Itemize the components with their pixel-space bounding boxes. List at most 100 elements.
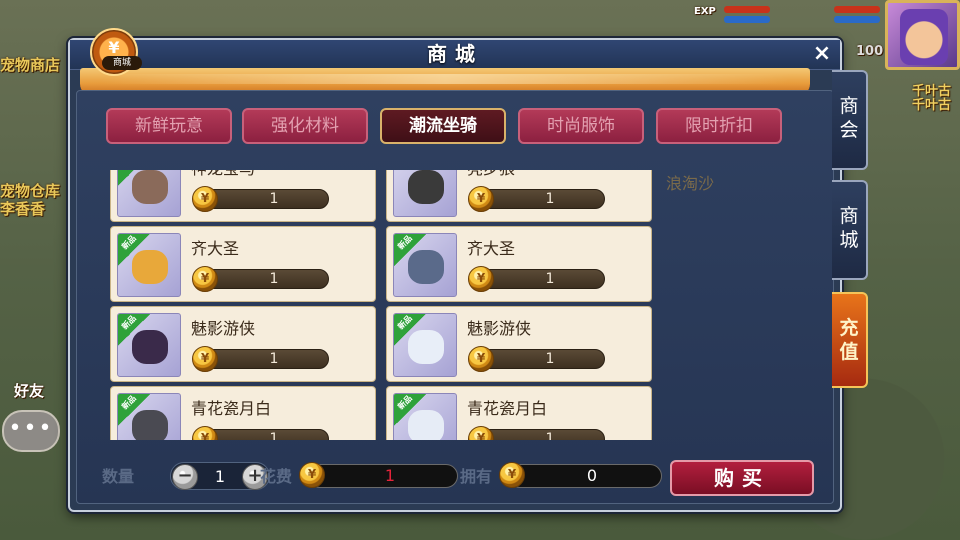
item-thumbnail: 新品: [117, 233, 181, 297]
item-name: 神龙宝马: [191, 170, 255, 179]
coin-bag-icon: ¥: [108, 38, 120, 57]
item-thumbnail: 新品: [117, 313, 181, 377]
new-badge: 新品: [394, 234, 426, 266]
npc-name-bottom: 千叶古: [912, 98, 952, 113]
item-name: 青花瓷月白: [191, 399, 272, 418]
minus-icon[interactable]: −: [172, 464, 198, 490]
item-card[interactable]: 新品 魅影游侠 1: [110, 306, 376, 382]
level-label: 100: [856, 44, 884, 59]
title-bar: 商城 ×: [70, 40, 840, 70]
quantity-label: 数量: [102, 467, 135, 486]
cost-label: 花费: [260, 467, 293, 486]
item-thumbnail: 新品: [393, 313, 457, 377]
coin-icon: [468, 426, 494, 440]
cost-value: 1: [384, 466, 396, 485]
price-bar: 1: [192, 346, 329, 372]
item-thumbnail: 新品: [393, 233, 457, 297]
item-thumbnail: 新品: [117, 170, 181, 217]
cost-display: 1: [299, 462, 458, 488]
coin-icon: [192, 266, 218, 292]
mp-bar: [724, 16, 770, 23]
tab-recharge[interactable]: 充值: [832, 292, 868, 388]
item-card[interactable]: 新品 齐大圣 1: [110, 226, 376, 302]
tab-fashion[interactable]: 时尚服饰: [518, 108, 644, 144]
item-card[interactable]: 新品 青花瓷月白 1: [386, 386, 652, 440]
item-name: 魅影游侠: [467, 319, 532, 338]
pet-shop-label: 宠物商店: [0, 56, 61, 74]
player-avatar[interactable]: [885, 0, 960, 70]
item-price: 1: [269, 431, 279, 440]
item-name: 齐大圣: [467, 239, 516, 258]
coin-icon: [499, 462, 525, 488]
item-price: 1: [545, 351, 555, 367]
item-price: 1: [269, 271, 279, 287]
close-icon[interactable]: ×: [810, 42, 834, 66]
guild-tab-label: 商会: [839, 95, 859, 141]
background-ghost-text: 浪淘沙: [666, 174, 715, 193]
new-badge: 新品: [394, 314, 426, 346]
coin-icon: [192, 346, 218, 372]
recharge-tab-label: 充值: [839, 317, 859, 363]
new-badge: 新品: [118, 314, 150, 346]
new-badge: 新品: [394, 394, 426, 426]
tab-novelties[interactable]: 新鲜玩意: [106, 108, 232, 144]
item-price: 1: [545, 191, 555, 207]
shop-tab-label: 商城: [839, 205, 859, 251]
friends-label: 好友: [14, 382, 45, 400]
hp-bar: [724, 6, 770, 13]
tab-materials[interactable]: 强化材料: [242, 108, 368, 144]
target-mp-bar: [834, 16, 880, 23]
item-thumbnail: [393, 170, 457, 217]
buy-button[interactable]: 购买: [670, 460, 814, 496]
owned-display: 0: [499, 462, 662, 488]
new-badge: 新品: [118, 234, 150, 266]
coin-icon: [299, 462, 325, 488]
new-badge: 新品: [118, 170, 150, 186]
item-price: 1: [545, 431, 555, 440]
shop-logo: ¥ 商城: [90, 28, 142, 76]
dialog-title: 商城: [427, 42, 483, 66]
tab-mounts[interactable]: 潮流坐骑: [380, 108, 506, 144]
coin-icon: [468, 186, 494, 212]
price-bar: 1: [468, 426, 605, 440]
price-bar: 1: [468, 346, 605, 372]
item-price: 1: [269, 191, 279, 207]
target-hp-bar: [834, 6, 880, 13]
item-card[interactable]: 新品 齐大圣 1: [386, 226, 652, 302]
coin-icon: [468, 346, 494, 372]
coin-icon: [192, 186, 218, 212]
item-name: 齐大圣: [191, 239, 240, 258]
item-name: 魅影游侠: [191, 319, 256, 338]
owned-label: 拥有: [460, 467, 493, 486]
tab-discount[interactable]: 限时折扣: [656, 108, 782, 144]
purchase-bar: 数量 − 1 + 花费 1 拥有 0 购买: [94, 460, 816, 500]
item-card[interactable]: 新品 青花瓷月白 1: [110, 386, 376, 440]
mount-image: [408, 170, 444, 204]
price-bar: 1: [468, 266, 605, 292]
price-bar: 1: [192, 426, 329, 440]
item-card[interactable]: 亮步狼 1: [386, 170, 652, 222]
npc-name-label: 李香香: [0, 200, 46, 218]
avatar-portrait: [900, 9, 948, 65]
coin-icon: [468, 266, 494, 292]
coin-icon: [192, 426, 218, 440]
item-card[interactable]: 新品 神龙宝马 1: [110, 170, 376, 222]
item-thumbnail: 新品: [117, 393, 181, 440]
item-price: 1: [545, 271, 555, 287]
chat-button[interactable]: •••: [2, 410, 60, 452]
item-card[interactable]: 新品 魅影游侠 1: [386, 306, 652, 382]
exp-label: EXP: [694, 6, 716, 17]
chat-icon: •••: [8, 416, 54, 441]
price-bar: 1: [192, 186, 329, 212]
price-bar: 1: [468, 186, 605, 212]
price-bar: 1: [192, 266, 329, 292]
item-list[interactable]: 新品 神龙宝马 1 亮步狼 1 新品 齐大圣: [110, 170, 670, 440]
tab-guild[interactable]: 商会: [832, 70, 868, 170]
quantity-value[interactable]: 1: [199, 463, 241, 491]
shop-dialog: 商城 × ¥ 商城 新鲜玩意 强化材料 潮流坐骑 时尚服饰 限时折扣 浪淘沙 新…: [68, 28, 842, 512]
new-badge: 新品: [118, 394, 150, 426]
quantity-stepper: − 1 +: [170, 462, 270, 490]
tab-shop[interactable]: 商城: [832, 180, 868, 280]
item-thumbnail: 新品: [393, 393, 457, 440]
item-price: 1: [269, 351, 279, 367]
